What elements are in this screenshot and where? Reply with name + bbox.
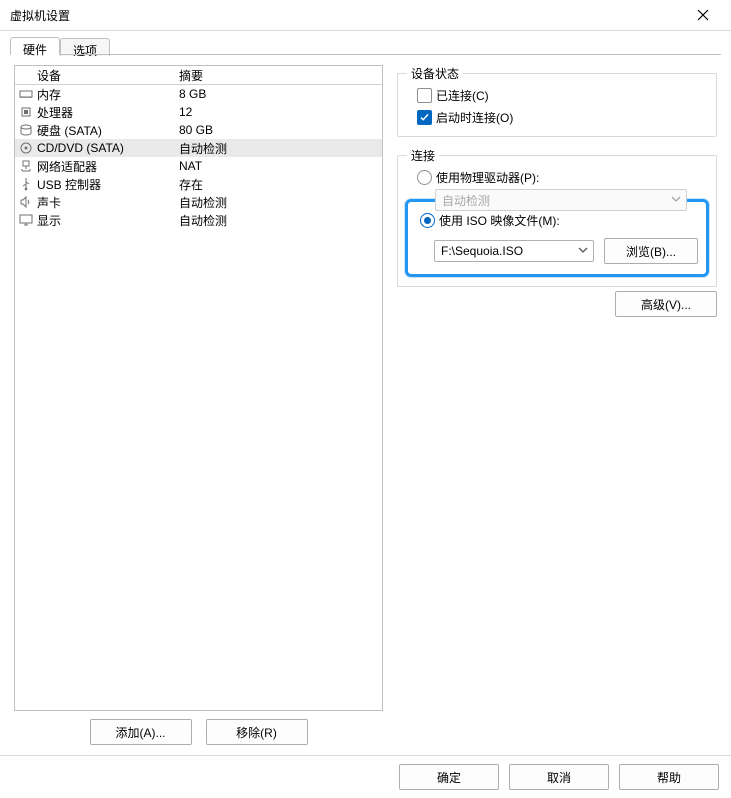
- device-summary: 自动检测: [179, 212, 378, 229]
- device-name: USB 控制器: [37, 176, 101, 193]
- ok-button[interactable]: 确定: [399, 764, 499, 790]
- connected-label: 已连接(C): [436, 87, 489, 104]
- display-icon: [19, 213, 33, 227]
- memory-icon: [19, 87, 33, 101]
- cpu-icon: [19, 105, 33, 119]
- connected-checkbox[interactable]: 已连接(C): [417, 85, 705, 105]
- use-iso-label: 使用 ISO 映像文件(M):: [439, 212, 560, 229]
- radio-checked-icon: [420, 213, 435, 228]
- use-physical-radio[interactable]: 使用物理驱动器(P):: [417, 167, 705, 187]
- device-row-usb[interactable]: USB 控制器 存在: [15, 175, 382, 193]
- device-summary: 存在: [179, 176, 378, 193]
- connect-on-power-checkbox[interactable]: 启动时连接(O): [417, 107, 705, 127]
- help-button[interactable]: 帮助: [619, 764, 719, 790]
- usb-icon: [19, 177, 33, 191]
- window-title: 虚拟机设置: [10, 7, 683, 24]
- sound-icon: [19, 195, 33, 209]
- dialog-footer: 确定 取消 帮助: [0, 755, 731, 798]
- device-summary: NAT: [179, 159, 378, 173]
- physical-drive-select: 自动检测: [435, 189, 687, 211]
- device-summary: 8 GB: [179, 87, 378, 101]
- tab-underline: [10, 54, 721, 55]
- header-device: 设备: [19, 67, 179, 84]
- checkbox-icon: [417, 88, 432, 103]
- remove-device-button[interactable]: 移除(R): [206, 719, 308, 745]
- chevron-down-icon: [671, 193, 681, 207]
- device-name: CD/DVD (SATA): [37, 141, 124, 155]
- device-summary: 自动检测: [179, 140, 378, 157]
- device-row-disk[interactable]: 硬盘 (SATA) 80 GB: [15, 121, 382, 139]
- tabs: 硬件 选项: [0, 31, 731, 55]
- device-summary: 12: [179, 105, 378, 119]
- device-row-memory[interactable]: 内存 8 GB: [15, 85, 382, 103]
- device-row-cddvd[interactable]: CD/DVD (SATA) 自动检测: [15, 139, 382, 157]
- chevron-down-icon: [578, 244, 588, 258]
- device-table: 设备 摘要 内存 8 GB 处理器 12: [14, 65, 383, 711]
- connection-group: 连接 使用物理驱动器(P): 自动检测: [397, 147, 717, 287]
- close-button[interactable]: [683, 0, 723, 30]
- device-name: 显示: [37, 212, 61, 229]
- device-name: 处理器: [37, 104, 73, 121]
- device-row-cpu[interactable]: 处理器 12: [15, 103, 382, 121]
- header-summary: 摘要: [179, 67, 378, 84]
- advanced-row: 高级(V)...: [615, 291, 717, 317]
- disc-icon: [19, 141, 33, 155]
- device-name: 声卡: [37, 194, 61, 211]
- tab-hardware[interactable]: 硬件: [10, 37, 60, 55]
- browse-button[interactable]: 浏览(B)...: [604, 238, 698, 264]
- use-iso-radio[interactable]: 使用 ISO 映像文件(M):: [420, 210, 698, 230]
- checkbox-checked-icon: [417, 110, 432, 125]
- iso-path-value: F:\Sequoia.ISO: [441, 244, 523, 258]
- use-physical-label: 使用物理驱动器(P):: [436, 169, 539, 186]
- network-icon: [19, 159, 33, 173]
- disk-icon: [19, 123, 33, 137]
- iso-path-combo[interactable]: F:\Sequoia.ISO: [434, 240, 594, 262]
- add-device-button[interactable]: 添加(A)...: [90, 719, 192, 745]
- device-row-sound[interactable]: 声卡 自动检测: [15, 193, 382, 211]
- device-table-header: 设备 摘要: [15, 66, 382, 85]
- device-button-row: 添加(A)... 移除(R): [14, 719, 383, 745]
- vm-settings-window: 虚拟机设置 硬件 选项 设备 摘要 内存: [0, 0, 731, 798]
- radio-icon: [417, 170, 432, 185]
- device-status-group: 设备状态 已连接(C) 启动时连接(O): [397, 65, 717, 137]
- cancel-button[interactable]: 取消: [509, 764, 609, 790]
- titlebar: 虚拟机设置: [0, 0, 731, 31]
- hardware-right-pane: 设备状态 已连接(C) 启动时连接(O) 连接: [397, 65, 717, 745]
- device-row-display[interactable]: 显示 自动检测: [15, 211, 382, 229]
- close-icon: [697, 9, 709, 21]
- device-name: 网络适配器: [37, 158, 97, 175]
- physical-drive-value: 自动检测: [442, 192, 490, 209]
- connect-on-power-label: 启动时连接(O): [436, 109, 513, 126]
- device-name: 内存: [37, 86, 61, 103]
- advanced-button[interactable]: 高级(V)...: [615, 291, 717, 317]
- dialog-body: 设备 摘要 内存 8 GB 处理器 12: [0, 55, 731, 755]
- device-name: 硬盘 (SATA): [37, 122, 102, 139]
- device-summary: 80 GB: [179, 123, 378, 137]
- hardware-left-pane: 设备 摘要 内存 8 GB 处理器 12: [14, 65, 383, 745]
- device-row-network[interactable]: 网络适配器 NAT: [15, 157, 382, 175]
- device-summary: 自动检测: [179, 194, 378, 211]
